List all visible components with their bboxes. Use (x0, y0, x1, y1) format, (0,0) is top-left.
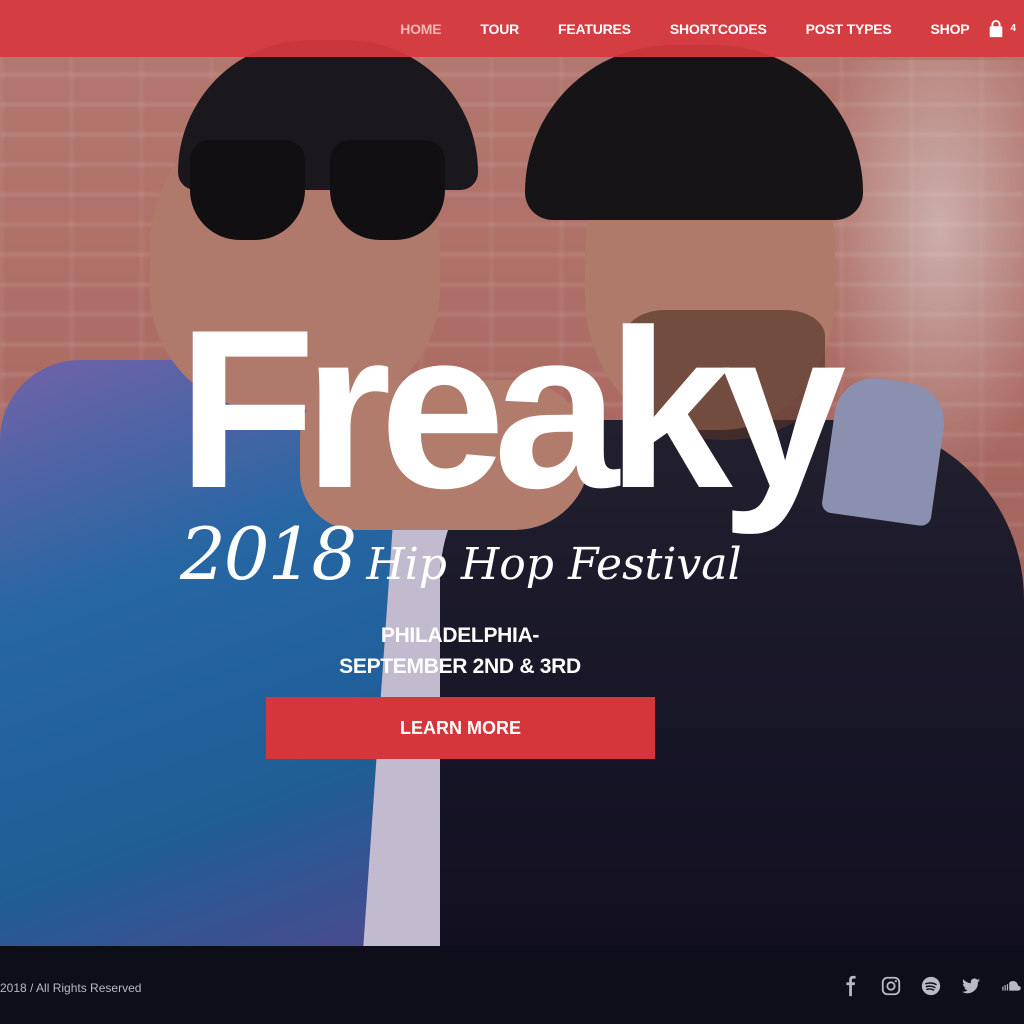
nav-item-tour[interactable]: TOUR (480, 21, 519, 37)
hero-location-line2: SEPTEMBER 2ND & 3RD (339, 655, 581, 678)
soundcloud-icon (1002, 981, 1021, 991)
twitter-icon (961, 978, 981, 994)
instagram-icon (881, 976, 901, 996)
copyright-text: 2018 / All Rights Reserved (0, 981, 142, 995)
nav-item-post-types[interactable]: POST TYPES (806, 21, 892, 37)
main-menu: HOME TOUR FEATURES SHORTCODES POST TYPES… (361, 0, 1024, 57)
twitter-link[interactable] (958, 973, 984, 999)
instagram-link[interactable] (878, 973, 904, 999)
top-nav-bar: HOME TOUR FEATURES SHORTCODES POST TYPES… (0, 0, 1024, 57)
spotify-icon (921, 976, 941, 996)
hero-location: PHILADELPHIA- SEPTEMBER 2ND & 3RD (260, 620, 660, 682)
social-links (824, 972, 1024, 1000)
hero-title: Freaky (177, 282, 847, 535)
hero-subtitle-text: Hip Hop Festival (366, 539, 742, 590)
cart-button[interactable]: 4 (987, 19, 1016, 38)
facebook-link[interactable] (838, 973, 864, 999)
spotify-link[interactable] (918, 973, 944, 999)
nav-item-features[interactable]: FEATURES (558, 21, 631, 37)
hero-subtitle-year: 2018 (180, 512, 357, 596)
hero-location-line1: PHILADELPHIA- (380, 624, 540, 647)
cart-count: 4 (1010, 23, 1016, 34)
facebook-icon (846, 975, 856, 997)
hero-subtitle: 2018 Hip Hop Festival (180, 512, 742, 602)
soundcloud-link[interactable] (998, 973, 1024, 999)
learn-more-button[interactable]: LEARN MORE (266, 697, 655, 759)
shopping-bag-icon (990, 19, 1003, 37)
nav-item-shortcodes[interactable]: SHORTCODES (670, 21, 767, 37)
nav-item-shop[interactable]: SHOP (931, 21, 970, 37)
nav-item-home[interactable]: HOME (400, 21, 441, 37)
